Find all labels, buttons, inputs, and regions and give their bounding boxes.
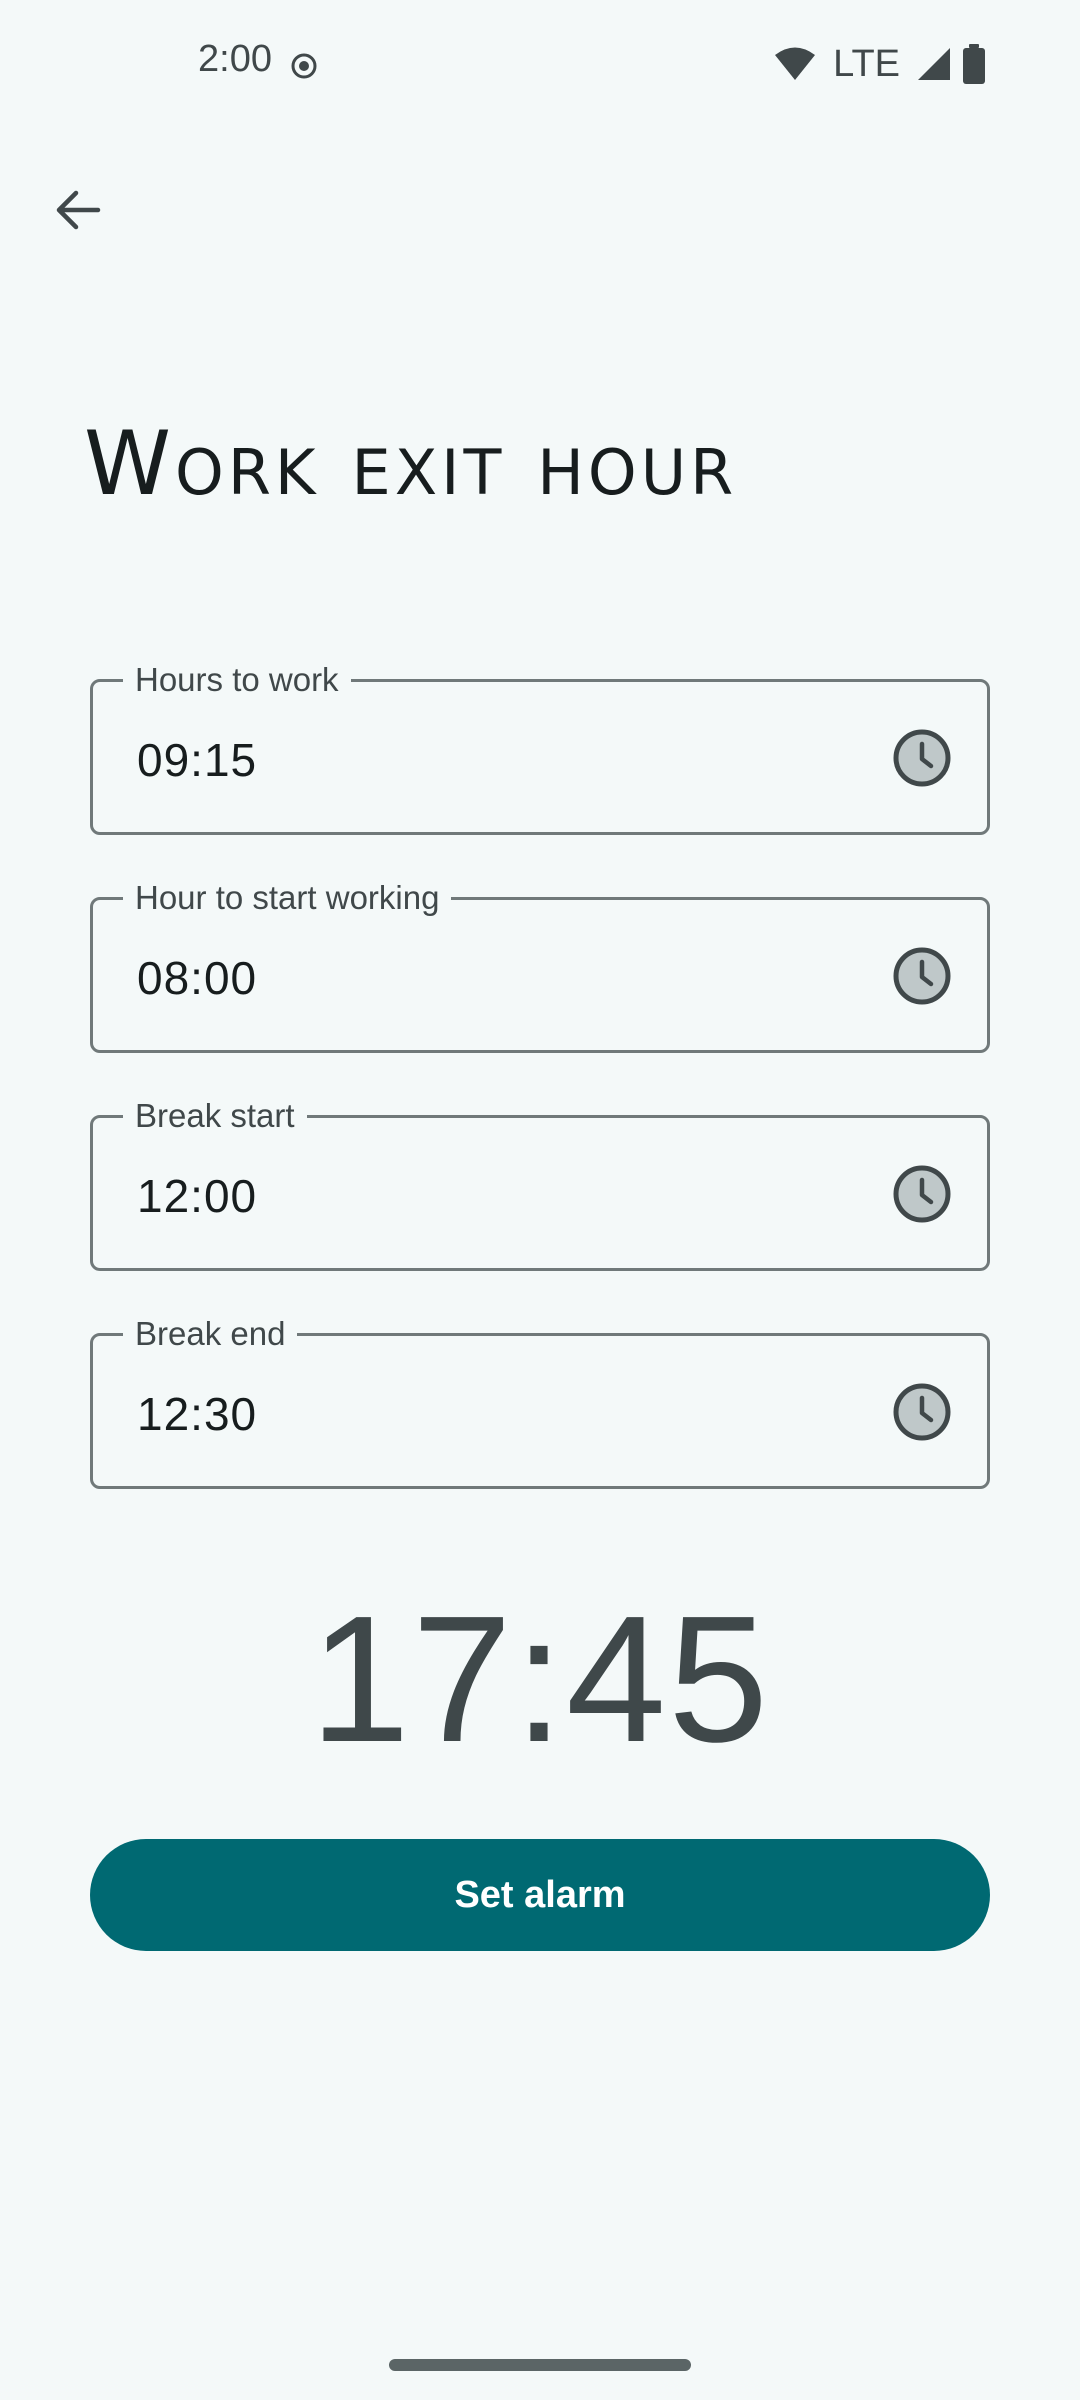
field-label: Break end (123, 1314, 298, 1354)
record-icon (291, 53, 317, 79)
wifi-icon (775, 47, 816, 80)
cell-signal-icon (918, 48, 950, 80)
exit-time-display: 17:45 (309, 1579, 771, 1780)
clock-icon[interactable] (893, 1165, 951, 1223)
field-value[interactable]: 08:00 (137, 950, 257, 1006)
status-bar: 2:00 LTE (0, 0, 1080, 130)
network-type-label: LTE (833, 43, 900, 85)
back-button[interactable] (30, 162, 126, 258)
clock-icon[interactable] (893, 729, 951, 787)
clock-icon[interactable] (893, 1383, 951, 1441)
status-icons: LTE (773, 44, 986, 84)
start-working-field[interactable]: Hour to start working 08:00 (90, 878, 990, 1053)
break-end-field[interactable]: Break end 12:30 (90, 1314, 990, 1489)
clock-icon[interactable] (893, 947, 951, 1005)
hours-to-work-field[interactable]: Hours to work 09:15 (90, 660, 990, 835)
field-label: Hours to work (123, 660, 351, 700)
break-start-field[interactable]: Break start 12:00 (90, 1096, 990, 1271)
field-value[interactable]: 12:30 (137, 1386, 257, 1442)
status-time: 2:00 (198, 38, 272, 80)
home-indicator[interactable] (389, 2359, 691, 2371)
field-value[interactable]: 12:00 (137, 1168, 257, 1224)
set-alarm-button[interactable]: Set alarm (90, 1839, 990, 1951)
battery-icon (963, 44, 985, 84)
field-label: Break start (123, 1096, 307, 1136)
arrow-back-icon (56, 190, 101, 230)
field-value[interactable]: 09:15 (137, 732, 257, 788)
page-title: Work exit hour (84, 412, 738, 515)
field-label: Hour to start working (123, 878, 452, 918)
